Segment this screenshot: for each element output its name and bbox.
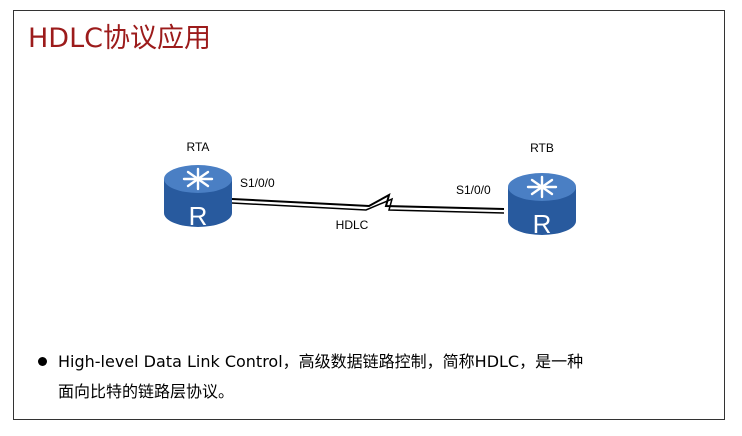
router-rta-interface: S1/0/0 [240, 176, 275, 190]
serial-link-line [231, 192, 505, 210]
router-rtb-icon: R [508, 173, 576, 239]
bullet-text-line-1: High-level Data Link Control，高级数据链路控制，简称… [58, 352, 584, 371]
slide: HDLC协议应用 R R RTA S1/0/0 RTB S1/0/0 HDLC … [13, 10, 725, 420]
bullet-text: High-level Data Link Control，高级数据链路控制，简称… [58, 347, 718, 407]
router-rta-letter: R [189, 201, 208, 231]
router-rtb-name: RTB [530, 141, 554, 155]
router-rta-name: RTA [187, 140, 210, 154]
link-protocol-label: HDLC [336, 218, 369, 232]
router-rtb-letter: R [533, 209, 552, 239]
router-rtb-interface: S1/0/0 [456, 183, 491, 197]
bullet-point-icon [38, 357, 47, 366]
network-topology-diagram: R R RTA S1/0/0 RTB S1/0/0 HDLC [164, 140, 576, 239]
router-rta-icon: R [164, 165, 232, 231]
serial-link [231, 192, 505, 214]
bullet-text-line-2: 面向比特的链路层协议。 [58, 382, 235, 401]
